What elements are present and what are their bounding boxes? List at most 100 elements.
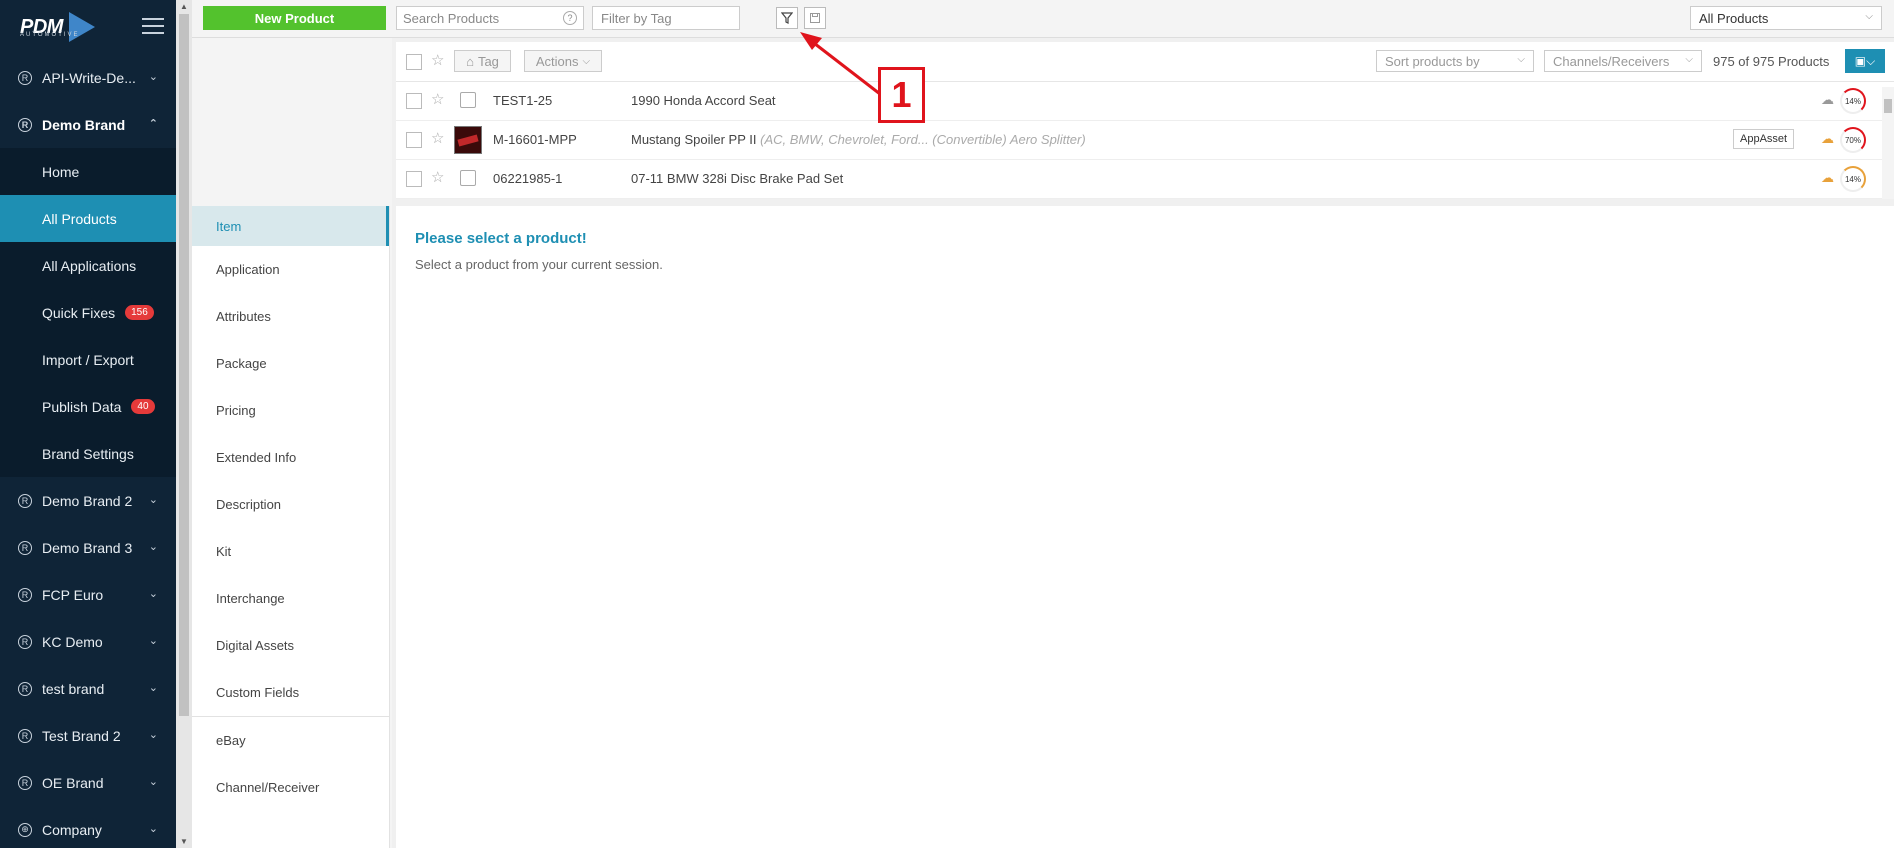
detail-tab-custom-fields[interactable]: Custom Fields <box>192 669 389 716</box>
product-name[interactable]: 1990 Honda Accord Seat <box>631 93 776 108</box>
star-icon[interactable]: ☆ <box>431 129 444 147</box>
sidebar-brand-kc-demo[interactable]: R KC Demo ⌄ <box>0 618 176 665</box>
detail-tab-item[interactable]: Item <box>192 206 389 246</box>
scroll-down-icon[interactable]: ▼ <box>180 837 188 846</box>
detail-tab-kit[interactable]: Kit <box>192 528 389 575</box>
table-row[interactable]: ☆ 06221985-1 07-11 BMW 328i Disc Brake Pad… <box>396 160 1894 199</box>
sidebar-item-label: Brand Settings <box>42 445 134 462</box>
chevron-down-icon: ⌄ <box>148 823 158 835</box>
menu-toggle-icon[interactable] <box>142 18 164 36</box>
sidebar-brand-label: Test Brand 2 <box>42 727 121 744</box>
new-product-button[interactable]: New Product <box>203 6 386 30</box>
sidebar-item-all-products[interactable]: All Products <box>0 195 176 242</box>
appasset-badge[interactable]: AppAsset <box>1733 129 1795 149</box>
help-icon[interactable]: ? <box>563 11 577 25</box>
detail-tab-channel-receiver[interactable]: Channel/Receiver <box>192 764 389 811</box>
sidebar-scrollbar[interactable]: ▲ ▼ <box>176 0 192 848</box>
list-scrollbar[interactable] <box>1882 87 1894 199</box>
table-row[interactable]: ☆ M-16601-MPP Mustang Spoiler PP II (AC, B… <box>396 121 1894 160</box>
sidebar-item-home[interactable]: Home <box>0 148 176 195</box>
product-sku[interactable]: 06221985-1 <box>493 171 562 186</box>
sidebar-brand-demo-brand-2[interactable]: R Demo Brand 2 ⌄ <box>0 477 176 524</box>
top-toolbar: New Product Search Products ? Filter by … <box>192 0 1894 38</box>
logo-subtitle: AUTOMOTIVE <box>20 32 80 38</box>
sidebar-item-label: All Products <box>42 210 117 227</box>
sort-placeholder: Sort products by <box>1385 53 1480 69</box>
channels-placeholder: Channels/Receivers <box>1553 53 1670 69</box>
search-input[interactable]: Search Products ? <box>396 6 584 30</box>
product-thumbnail[interactable] <box>454 126 482 154</box>
sidebar-item-label: All Applications <box>42 257 137 274</box>
save-filter-button[interactable] <box>804 7 826 29</box>
tag-icon: ⌂ <box>466 53 474 69</box>
star-icon[interactable]: ☆ <box>431 51 444 69</box>
row-checkbox[interactable] <box>406 171 422 187</box>
detail-tab-digital-assets[interactable]: Digital Assets <box>192 622 389 669</box>
scroll-up-icon[interactable]: ▲ <box>180 2 188 11</box>
scrollbar-thumb[interactable] <box>179 14 189 716</box>
product-sku[interactable]: TEST1-25 <box>493 93 552 108</box>
sidebar-brand-test-brand[interactable]: Rtest brand ⌄ <box>0 665 176 712</box>
detail-tab-description[interactable]: Description <box>192 481 389 528</box>
sidebar-brand-company[interactable]: ⊕ Company ⌄ <box>0 806 176 848</box>
star-icon[interactable]: ☆ <box>431 90 444 108</box>
product-sku[interactable]: M-16601-MPP <box>493 132 577 147</box>
globe-icon: ⊕ <box>18 822 32 837</box>
sidebar-brand-demo-brand-3[interactable]: R Demo Brand 3 ⌄ <box>0 524 176 571</box>
select-all-checkbox[interactable] <box>406 54 422 70</box>
sidebar-brand-demo-brand[interactable]: R Demo Brand ⌃ <box>0 101 176 148</box>
sidebar-item-publish-data[interactable]: Publish Data 40 <box>0 383 176 430</box>
registered-icon: R <box>18 728 32 743</box>
chevron-down-icon: ⌄ <box>148 494 158 506</box>
sidebar-brand-label: KC Demo <box>42 633 103 650</box>
tag-button-label: Tag <box>477 53 499 69</box>
sort-select[interactable]: Sort products by ⌵ <box>1376 50 1534 72</box>
sidebar-item-quick-fixes[interactable]: Quick Fixes 156 <box>0 289 176 336</box>
sidebar-brand-fcp-euro[interactable]: R FCP Euro ⌄ <box>0 571 176 618</box>
detail-tab-interchange[interactable]: Interchange <box>192 575 389 622</box>
sidebar-brand-test-brand-2[interactable]: R Test Brand 2 ⌄ <box>0 712 176 759</box>
empty-state-heading: Please select a product! <box>415 230 587 247</box>
detail-tab-ebay[interactable]: eBay <box>192 717 389 764</box>
logo[interactable]: PDM AUTOMOTIVE <box>0 0 176 54</box>
detail-tab-extended-info[interactable]: Extended Info <box>192 434 389 481</box>
actions-button[interactable]: Actions ⌵ <box>524 50 602 72</box>
table-row[interactable]: ☆ TEST1-25 1990 Honda Accord Seat ☁ 14% <box>396 82 1894 121</box>
sidebar-brand-api-write-de[interactable]: R API-Write-De... ⌄ <box>0 54 176 101</box>
sidebar-item-import-export[interactable]: Import / Export <box>0 336 176 383</box>
row-checkbox[interactable] <box>406 93 422 109</box>
sidebar-item-label: Quick Fixes <box>42 304 116 321</box>
row-checkbox[interactable] <box>406 132 422 148</box>
empty-state-text: Select a product from your current sessi… <box>415 257 663 272</box>
chevron-down-icon: ⌄ <box>148 71 158 83</box>
product-scope-select[interactable]: All Products ⌵ <box>1690 6 1882 30</box>
detail-tab-pricing[interactable]: Pricing <box>192 387 389 434</box>
sidebar: PDM AUTOMOTIVE R API-Write-De... ⌄ R Demo Br… <box>0 0 176 848</box>
detail-tab-attributes[interactable]: Attributes <box>192 293 389 340</box>
count-badge: 40 <box>131 399 155 414</box>
list-scrollbar-thumb[interactable] <box>1884 99 1892 113</box>
product-name[interactable]: 07-11 BMW 328i Disc Brake Pad Set <box>631 171 843 186</box>
sidebar-brand-label: test brand <box>42 680 105 697</box>
sidebar-item-brand-settings[interactable]: Brand Settings <box>0 430 176 477</box>
star-icon[interactable]: ☆ <box>431 168 444 186</box>
product-scope-value: All Products <box>1699 10 1769 26</box>
product-name[interactable]: Mustang Spoiler PP II (AC, BMW, Chevrole… <box>631 132 1086 147</box>
registered-icon: R <box>18 587 32 602</box>
detail-tab-application[interactable]: Application <box>192 246 389 293</box>
detail-tab-package[interactable]: Package <box>192 340 389 387</box>
view-toggle-button[interactable]: ▣⌵ <box>1845 49 1885 73</box>
completeness-ring: 14% <box>1840 166 1866 192</box>
sidebar-brand-label: Demo Brand <box>42 116 126 133</box>
tag-button[interactable]: ⌂ Tag <box>454 50 511 72</box>
detail-content: Please select a product! Select a produc… <box>396 206 1894 848</box>
filter-by-tag-input[interactable]: Filter by Tag <box>592 6 740 30</box>
chevron-down-icon: ⌄ <box>148 776 158 788</box>
channels-select[interactable]: Channels/Receivers ⌵ <box>1544 50 1702 72</box>
filter-button[interactable] <box>776 7 798 29</box>
sidebar-brand-oe-brand[interactable]: R OE Brand ⌄ <box>0 759 176 806</box>
count-badge: 156 <box>125 305 154 320</box>
sidebar-item-all-applications[interactable]: All Applications <box>0 242 176 289</box>
cloud-icon: ☁ <box>1821 92 1834 107</box>
view-icon: ▣⌵ <box>1854 53 1876 68</box>
